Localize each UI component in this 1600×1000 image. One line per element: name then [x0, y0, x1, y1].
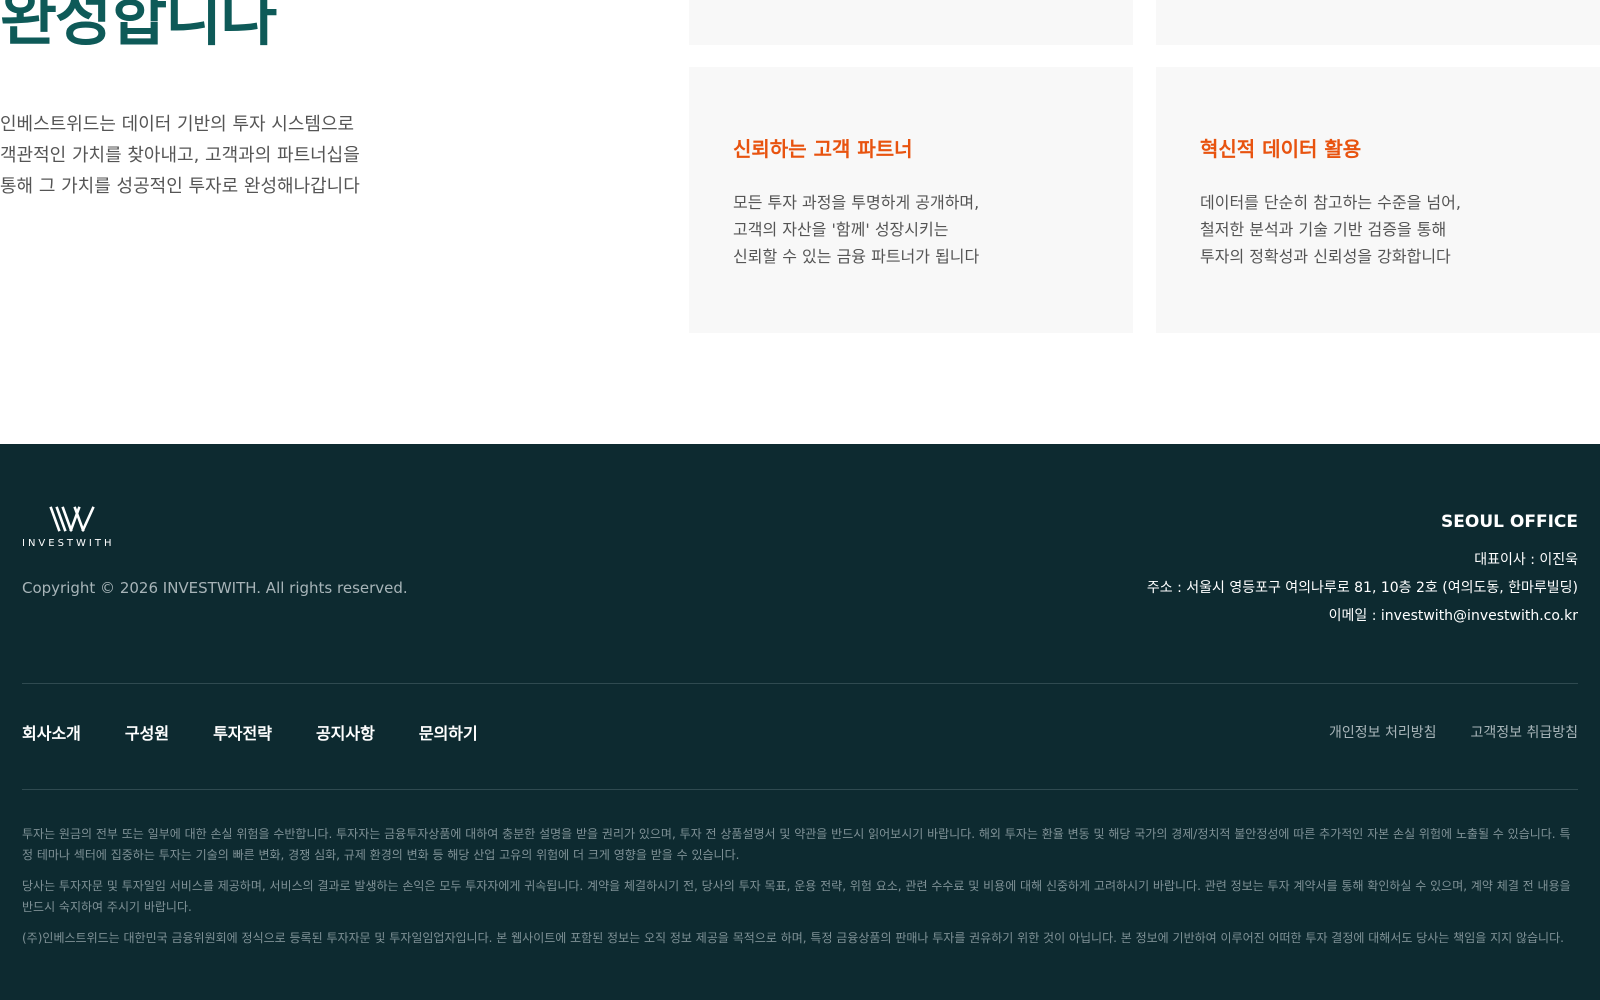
section-title: 완성합니다: [0, 0, 277, 54]
site-footer: INVESTWITH Copyright © 2026 INVESTWITH. …: [0, 444, 1600, 1000]
office-ceo: 대표이사 : 이진욱: [1474, 552, 1578, 568]
card-line: 고객의 자산을 '함께' 성장시키는: [733, 220, 949, 239]
card-line: 데이터를 단순히 참고하는 수준을 넘어,: [1200, 193, 1461, 212]
office-info: SEOUL OFFICE 대표이사 : 이진욱 주소 : 서울시 영등포구 여의…: [1147, 512, 1578, 630]
description-line: 객관적인 가치를 찾아내고, 고객과의 파트너십을: [0, 145, 360, 166]
card-line: 모든 투자 과정을 투명하게 공개하며,: [733, 193, 980, 212]
value-card-top-left: [689, 0, 1133, 45]
section-description: 인베스트위드는 데이터 기반의 투자 시스템으로 객관적인 가치를 찾아내고, …: [0, 109, 360, 202]
footer-nav: 회사소개 구성원 투자전략 공지사항 문의하기: [22, 720, 522, 744]
card-title: 신뢰하는 고객 파트너: [733, 137, 913, 161]
iw-monogram-icon: [49, 506, 95, 532]
office-title: SEOUL OFFICE: [1441, 512, 1578, 532]
footer-nav-about[interactable]: 회사소개: [22, 720, 81, 744]
logo-wordmark: INVESTWITH: [22, 538, 115, 549]
value-card-top-right: [1156, 0, 1600, 45]
footer-nav-strategy[interactable]: 투자전략: [213, 720, 272, 744]
office-address: 주소 : 서울시 영등포구 여의나루로 81, 10층 2호 (여의도동, 한마…: [1146, 580, 1578, 596]
policy-links: 개인정보 처리방침 고객정보 취급방침: [1295, 722, 1578, 742]
office-email: 이메일 : investwith@investwith.co.kr: [1328, 608, 1578, 624]
card-line: 철저한 분석과 기술 기반 검증을 통해: [1200, 220, 1447, 239]
privacy-policy-link[interactable]: 개인정보 처리방침: [1329, 722, 1437, 742]
card-line: 신뢰할 수 있는 금융 파트너가 됩니다: [733, 247, 980, 266]
value-card-trusted-partner: 신뢰하는 고객 파트너 모든 투자 과정을 투명하게 공개하며, 고객의 자산을…: [689, 67, 1133, 333]
value-card-data-innovation: 혁신적 데이터 활용 데이터를 단순히 참고하는 수준을 넘어, 철저한 분석과…: [1156, 67, 1600, 333]
description-line: 인베스트위드는 데이터 기반의 투자 시스템으로: [0, 114, 355, 135]
footer-nav-members[interactable]: 구성원: [125, 720, 169, 744]
card-description: 모든 투자 과정을 투명하게 공개하며, 고객의 자산을 '함께' 성장시키는 …: [733, 189, 1133, 270]
description-line: 통해 그 가치를 성공적인 투자로 완성해나갑니다: [0, 176, 360, 197]
card-description: 데이터를 단순히 참고하는 수준을 넘어, 철저한 분석과 기술 기반 검증을 …: [1200, 189, 1600, 270]
footer-divider: [22, 683, 1578, 684]
copyright-text: Copyright © 2026 INVESTWITH. All rights …: [22, 579, 408, 597]
legal-disclaimers: 투자는 원금의 전부 또는 일부에 대한 손실 위험을 수반합니다. 투자자는 …: [22, 824, 1578, 959]
card-title: 혁신적 데이터 활용: [1200, 137, 1362, 161]
disclaimer-paragraph: 투자는 원금의 전부 또는 일부에 대한 손실 위험을 수반합니다. 투자자는 …: [22, 827, 1571, 862]
footer-nav-contact[interactable]: 문의하기: [419, 720, 478, 744]
footer-divider: [22, 789, 1578, 790]
customer-info-policy-link[interactable]: 고객정보 취급방침: [1471, 722, 1579, 742]
footer-nav-notices[interactable]: 공지사항: [316, 720, 375, 744]
disclaimer-paragraph: 당사는 투자자문 및 투자일임 서비스를 제공하며, 서비스의 결과로 발생하는…: [22, 879, 1571, 914]
company-logo[interactable]: INVESTWITH: [22, 506, 122, 549]
card-line: 투자의 정확성과 신뢰성을 강화합니다: [1200, 247, 1451, 266]
disclaimer-paragraph: (주)인베스트위드는 대한민국 금융위원회에 정식으로 등록된 투자자문 및 투…: [22, 931, 1564, 945]
